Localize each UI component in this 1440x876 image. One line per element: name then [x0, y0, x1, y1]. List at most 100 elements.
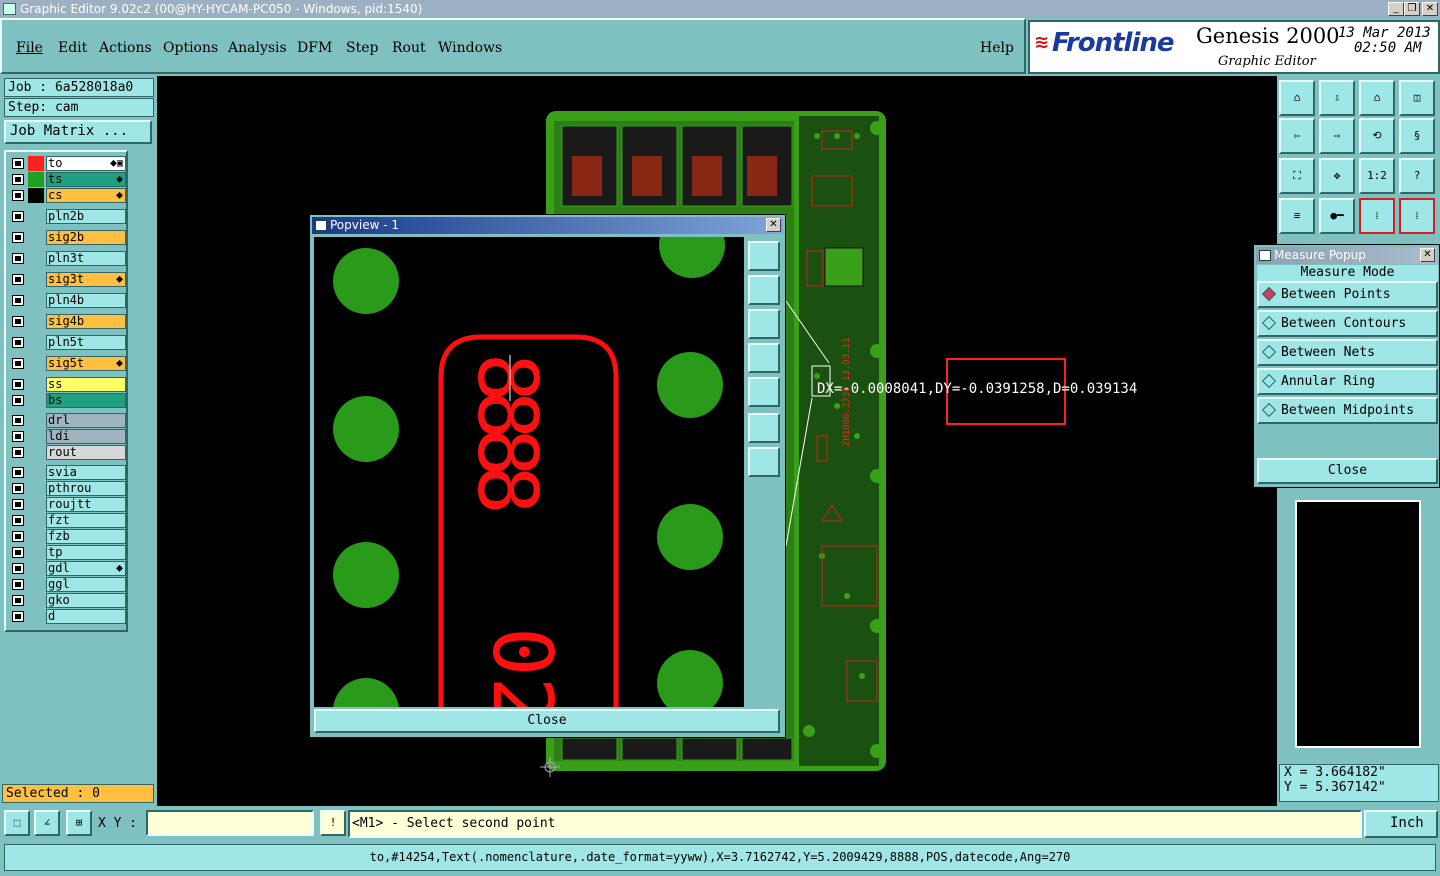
measure-option-annular-ring[interactable]: Annular Ring: [1257, 368, 1438, 395]
layer-name[interactable]: pln5t: [46, 335, 126, 350]
tools-icon[interactable]: ≡: [1279, 198, 1315, 234]
layer-checkbox[interactable]: [12, 579, 24, 590]
layer-checkbox[interactable]: [12, 531, 24, 542]
popview-up-icon[interactable]: [748, 275, 780, 305]
snap-mode-icon[interactable]: ⬚: [4, 810, 30, 836]
layer-checkbox[interactable]: [12, 158, 24, 169]
layer-row-to[interactable]: to ⬥▣: [10, 156, 126, 171]
unit-select[interactable]: Inch ⇁: [1364, 810, 1438, 854]
layer-checkbox[interactable]: [12, 358, 24, 369]
layer-checkbox[interactable]: [12, 547, 24, 558]
layer-name[interactable]: gdl ⬥: [46, 561, 126, 576]
popview-fit-icon[interactable]: [748, 413, 780, 443]
layer-checkbox[interactable]: [12, 515, 24, 526]
measure-option-between-contours[interactable]: Between Contours: [1257, 310, 1438, 337]
layer-name[interactable]: sig2b: [46, 230, 126, 245]
layer-row-sig3t[interactable]: sig3t ⬥: [10, 272, 126, 287]
popview-down-icon[interactable]: [748, 309, 780, 339]
layer-row-cs[interactable]: cs ⬥: [10, 188, 126, 203]
zoom-home-icon[interactable]: ⌂: [1279, 80, 1315, 116]
layer-row-sig4b[interactable]: sig4b: [10, 314, 126, 329]
layer-checkbox[interactable]: [12, 563, 24, 574]
measure-close-button[interactable]: Close: [1257, 458, 1438, 484]
layer-row-sig2b[interactable]: sig2b: [10, 230, 126, 245]
layer-checkbox[interactable]: [12, 499, 24, 510]
home-view-icon[interactable]: ⌂: [1359, 80, 1395, 116]
minimap[interactable]: [1295, 500, 1421, 748]
popview-close-icon[interactable]: ✕: [766, 218, 781, 232]
layer-name[interactable]: sig4b: [46, 314, 126, 329]
minimize-button[interactable]: _: [1388, 2, 1404, 16]
popview-close-button[interactable]: Close: [314, 709, 780, 733]
layer-row-tp[interactable]: tp: [10, 545, 126, 560]
layer-name[interactable]: cs ⬥: [46, 188, 126, 203]
zoom-fit-icon[interactable]: ⛶: [1279, 158, 1315, 194]
layer-name[interactable]: roujtt: [46, 497, 126, 512]
redraw-icon[interactable]: ⟲: [1359, 118, 1395, 154]
layer-row-pln3t[interactable]: pln3t: [10, 251, 126, 266]
popview-zoom-icon[interactable]: [748, 241, 780, 271]
pan-left-icon[interactable]: ⇦: [1279, 118, 1315, 154]
layer-checkbox[interactable]: [12, 253, 24, 264]
layer-name[interactable]: fzb: [46, 529, 126, 544]
layer-row-d[interactable]: d: [10, 609, 126, 624]
layer-row-svia[interactable]: svia: [10, 465, 126, 480]
layer-checkbox[interactable]: [12, 379, 24, 390]
layer-name[interactable]: ts ⬥: [46, 172, 126, 187]
angle-mode-icon[interactable]: ∠: [34, 810, 60, 836]
layer-name[interactable]: sig5t ⬥: [46, 356, 126, 371]
layer-color-swatch[interactable]: [28, 172, 44, 187]
layer-row-ss[interactable]: ss: [10, 377, 126, 392]
query-icon[interactable]: ?: [1399, 158, 1435, 194]
layer-row-bs[interactable]: bs: [10, 393, 126, 408]
layer-color-swatch[interactable]: [28, 188, 44, 203]
zoom-extents-icon[interactable]: ✥: [1319, 158, 1355, 194]
layer-name[interactable]: fzt: [46, 513, 126, 528]
pan-right-icon[interactable]: ⇨: [1319, 118, 1355, 154]
layer-checkbox[interactable]: [12, 611, 24, 622]
measure-option-between-midpoints[interactable]: Between Midpoints: [1257, 397, 1438, 424]
refresh-icon[interactable]: §: [1399, 118, 1435, 154]
layer-name[interactable]: pln4b: [46, 293, 126, 308]
layer-name[interactable]: drl: [46, 413, 126, 428]
menu-analysis[interactable]: Analysis: [228, 40, 287, 56]
layer-checkbox[interactable]: [12, 174, 24, 185]
layer-name[interactable]: d: [46, 609, 126, 624]
layer-checkbox[interactable]: [12, 483, 24, 494]
layer-row-gko[interactable]: gko: [10, 593, 126, 608]
job-matrix-button[interactable]: Job Matrix ...: [4, 120, 152, 144]
snap-icon[interactable]: ⁞: [1359, 198, 1395, 234]
layer-row-ts[interactable]: ts ⬥: [10, 172, 126, 187]
layer-row-drl[interactable]: drl: [10, 413, 126, 428]
layer-name[interactable]: ldi: [46, 429, 126, 444]
popview-title-bar[interactable]: Popview - 1 ✕: [312, 217, 783, 234]
layer-checkbox[interactable]: [12, 190, 24, 201]
layer-checkbox[interactable]: [12, 232, 24, 243]
maximize-button[interactable]: ❐: [1404, 2, 1420, 16]
close-window-button[interactable]: ✕: [1422, 2, 1438, 16]
layer-row-roujtt[interactable]: roujtt: [10, 497, 126, 512]
measure-option-between-points[interactable]: Between Points: [1257, 281, 1438, 308]
layer-checkbox[interactable]: [12, 395, 24, 406]
scale-1-2-icon[interactable]: 1:2: [1359, 158, 1395, 194]
menu-options[interactable]: Options: [163, 40, 218, 56]
grid-mode-icon[interactable]: ⊞: [66, 810, 92, 836]
menu-dfm[interactable]: DFM: [297, 40, 332, 56]
layer-checkbox[interactable]: [12, 467, 24, 478]
layer-color-swatch[interactable]: [28, 156, 44, 171]
layer-row-pln2b[interactable]: pln2b: [10, 209, 126, 224]
layer-row-gdl[interactable]: gdl ⬥: [10, 561, 126, 576]
layer-row-fzb[interactable]: fzb: [10, 529, 126, 544]
popview-right-icon[interactable]: [748, 377, 780, 407]
probe-icon[interactable]: ●━: [1319, 198, 1355, 234]
menu-help[interactable]: Help: [980, 40, 1014, 56]
layer-name[interactable]: rout: [46, 445, 126, 460]
measure-title-bar[interactable]: Measure Popup ✕: [1256, 247, 1437, 264]
layer-name[interactable]: gko: [46, 593, 126, 608]
net-icon[interactable]: ⁞: [1399, 198, 1435, 234]
layer-checkbox[interactable]: [12, 431, 24, 442]
layer-name[interactable]: ss: [46, 377, 126, 392]
menu-file[interactable]: File: [16, 40, 43, 56]
layer-checkbox[interactable]: [12, 316, 24, 327]
layer-name[interactable]: svia: [46, 465, 126, 480]
